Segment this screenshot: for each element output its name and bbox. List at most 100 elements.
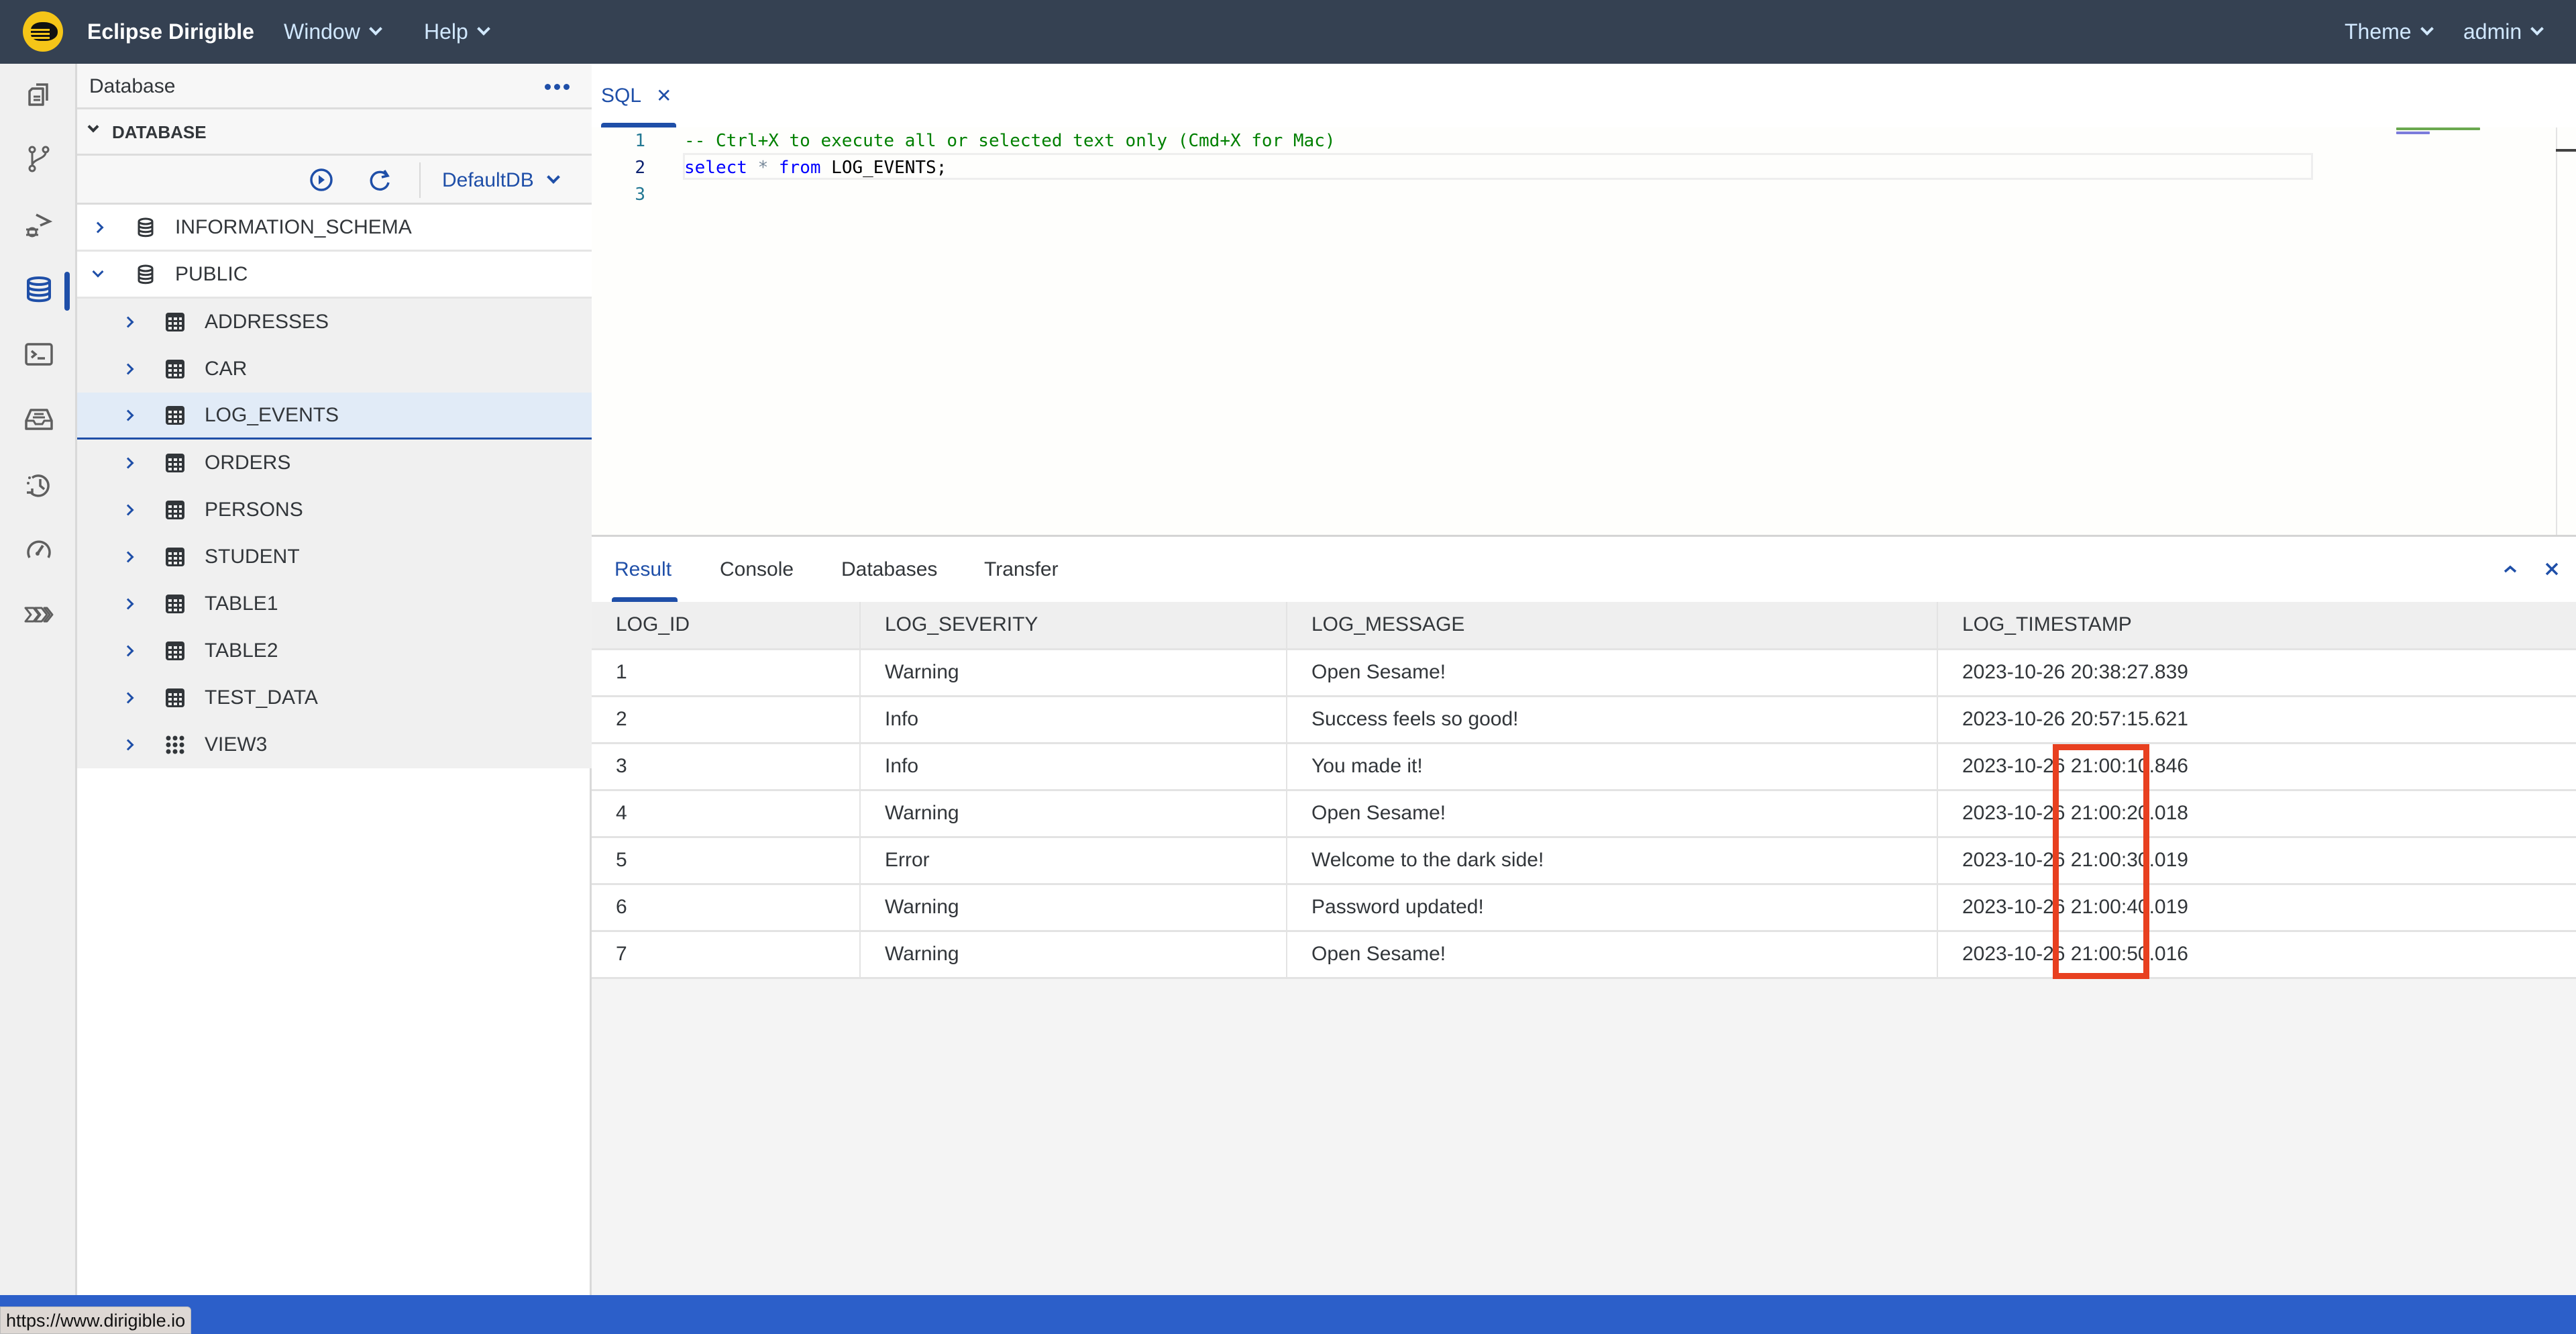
refresh-button[interactable] <box>367 166 394 193</box>
chevron-right-icon[interactable] <box>122 598 134 610</box>
column-header[interactable]: LOG_TIMESTAMP <box>1937 602 2576 650</box>
table-cell-log-severity[interactable]: Warning <box>860 649 1287 697</box>
table-cell-log-timestamp[interactable]: 2023-10-26 21:00:10.846 <box>1937 743 2576 791</box>
tree-table-node[interactable]: LOG_EVENTS <box>77 393 592 440</box>
tab-console[interactable]: Console <box>720 537 794 602</box>
dirigible-logo-icon[interactable] <box>23 11 63 52</box>
tree-view-node[interactable]: VIEW3 <box>77 721 592 768</box>
link-url-tooltip: https://www.dirigible.io <box>0 1306 192 1334</box>
minimap[interactable] <box>2396 127 2517 141</box>
chevron-right-icon[interactable] <box>92 221 104 233</box>
table-cell-log-message[interactable]: Open Sesame! <box>1287 790 1938 838</box>
terminal-icon <box>24 343 53 366</box>
chevron-right-icon[interactable] <box>122 551 134 563</box>
tab-databases[interactable]: Databases <box>841 537 937 602</box>
tree-schema-node[interactable]: INFORMATION_SCHEMA <box>77 205 592 252</box>
result-tabs: Result Console Databases Transfer <box>592 537 2576 602</box>
table-cell-log-timestamp[interactable]: 2023-10-26 21:00:50.016 <box>1937 931 2576 979</box>
code-area[interactable]: 1 -- Ctrl+X to execute all or selected t… <box>592 127 2576 535</box>
tree-table-node[interactable]: ADDRESSES <box>77 299 592 346</box>
table-cell-log-severity[interactable]: Info <box>860 696 1287 744</box>
column-header[interactable]: LOG_SEVERITY <box>860 602 1287 650</box>
tree-table-node[interactable]: PERSONS <box>77 486 592 533</box>
column-header[interactable]: LOG_ID <box>592 602 861 650</box>
column-header[interactable]: LOG_MESSAGE <box>1287 602 1938 650</box>
activity-git[interactable] <box>0 132 77 186</box>
activity-debugger[interactable] <box>0 197 77 251</box>
table-row[interactable]: 5 Error Welcome to the dark side! 2023-10-2… <box>592 837 2576 885</box>
table-cell-log-id[interactable]: 3 <box>592 743 861 791</box>
table-row[interactable]: 7 Warning Open Sesame! 2023-10-26 21:00:50.… <box>592 931 2576 979</box>
menu-user[interactable]: admin <box>2463 0 2544 64</box>
close-icon[interactable]: ✕ <box>656 85 672 107</box>
table-row[interactable]: 3 Info You made it! 2023-10-26 21:00:10.846 <box>592 743 2576 791</box>
activity-transport[interactable] <box>0 588 77 642</box>
table-cell-log-message[interactable]: Success feels so good! <box>1287 696 1938 744</box>
table-cell-log-id[interactable]: 1 <box>592 649 861 697</box>
chevron-down-icon[interactable] <box>92 266 104 277</box>
table-cell-log-message[interactable]: You made it! <box>1287 743 1938 791</box>
tree-table-node[interactable]: ORDERS <box>77 440 592 486</box>
tree-table-node[interactable]: TABLE2 <box>77 627 592 674</box>
close-panel-button[interactable] <box>2540 557 2564 581</box>
table-row[interactable]: 4 Warning Open Sesame! 2023-10-26 21:00:20.… <box>592 790 2576 838</box>
chevron-right-icon[interactable] <box>122 316 134 328</box>
table-cell-log-severity[interactable]: Warning <box>860 931 1287 979</box>
menu-help[interactable]: Help <box>424 0 490 64</box>
table-row[interactable]: 6 Warning Password updated! 2023-10-26 21:0… <box>592 884 2576 932</box>
table-cell-log-timestamp[interactable]: 2023-10-26 21:00:40.019 <box>1937 884 2576 932</box>
chevron-right-icon[interactable] <box>122 409 134 421</box>
chevron-right-icon[interactable] <box>122 739 134 751</box>
table-cell-log-message[interactable]: Welcome to the dark side! <box>1287 837 1938 885</box>
tab-result[interactable]: Result <box>614 537 672 602</box>
menu-theme[interactable]: Theme <box>2345 0 2434 64</box>
table-cell-log-severity[interactable]: Error <box>860 837 1287 885</box>
activity-terminal[interactable] <box>0 327 77 381</box>
chevron-down-icon <box>2530 21 2544 36</box>
app-title[interactable]: Eclipse Dirigible <box>87 0 254 64</box>
table-cell-log-timestamp[interactable]: 2023-10-26 20:57:15.621 <box>1937 696 2576 744</box>
tree-schema-node[interactable]: PUBLIC <box>77 252 592 299</box>
table-cell-log-message[interactable]: Password updated! <box>1287 884 1938 932</box>
datasource-select[interactable]: DefaultDB <box>442 156 560 205</box>
table-cell-log-message[interactable]: Open Sesame! <box>1287 931 1938 979</box>
database-icon <box>26 276 51 303</box>
tree-table-node[interactable]: STUDENT <box>77 533 592 580</box>
section-database-toggle[interactable]: DATABASE <box>77 109 592 156</box>
tab-sql[interactable]: SQL ✕ <box>592 64 682 127</box>
table-cell-log-id[interactable]: 7 <box>592 931 861 979</box>
table-cell-log-message[interactable]: Open Sesame! <box>1287 649 1938 697</box>
tree-node-label: CAR <box>205 358 248 380</box>
table-cell-log-timestamp[interactable]: 2023-10-26 21:00:20.018 <box>1937 790 2576 838</box>
table-cell-log-id[interactable]: 5 <box>592 837 861 885</box>
tab-transfer[interactable]: Transfer <box>984 537 1059 602</box>
menu-window[interactable]: Window <box>284 0 382 64</box>
table-row[interactable]: 2 Info Success feels so good! 2023-10-26 20… <box>592 696 2576 744</box>
tree-table-node[interactable]: TABLE1 <box>77 580 592 627</box>
sql-keyword: from <box>778 158 821 178</box>
more-horizontal-icon[interactable] <box>545 79 572 95</box>
table-cell-log-id[interactable]: 2 <box>592 696 861 744</box>
tree-table-node[interactable]: CAR <box>77 346 592 393</box>
activity-jobs[interactable] <box>0 458 77 511</box>
chevron-right-icon[interactable] <box>122 363 134 375</box>
chevron-right-icon[interactable] <box>122 504 134 516</box>
table-cell-log-timestamp[interactable]: 2023-10-26 20:38:27.839 <box>1937 649 2576 697</box>
table-cell-log-id[interactable]: 6 <box>592 884 861 932</box>
table-cell-log-severity[interactable]: Warning <box>860 790 1287 838</box>
chevron-right-icon[interactable] <box>122 645 134 657</box>
table-cell-log-timestamp[interactable]: 2023-10-26 21:00:30.019 <box>1937 837 2576 885</box>
activity-projects[interactable] <box>0 67 77 121</box>
table-cell-log-severity[interactable]: Info <box>860 743 1287 791</box>
activity-repository[interactable] <box>0 393 77 446</box>
chevron-right-icon[interactable] <box>122 692 134 704</box>
run-query-button[interactable] <box>308 166 335 193</box>
table-row[interactable]: 1 Warning Open Sesame! 2023-10-26 20:38:27.… <box>592 649 2576 697</box>
activity-operations[interactable] <box>0 523 77 576</box>
collapse-panel-button[interactable] <box>2498 557 2522 581</box>
table-cell-log-id[interactable]: 4 <box>592 790 861 838</box>
editor-scrollbar[interactable] <box>2556 127 2576 535</box>
tree-table-node[interactable]: TEST_DATA <box>77 674 592 721</box>
chevron-right-icon[interactable] <box>122 457 134 469</box>
table-cell-log-severity[interactable]: Warning <box>860 884 1287 932</box>
